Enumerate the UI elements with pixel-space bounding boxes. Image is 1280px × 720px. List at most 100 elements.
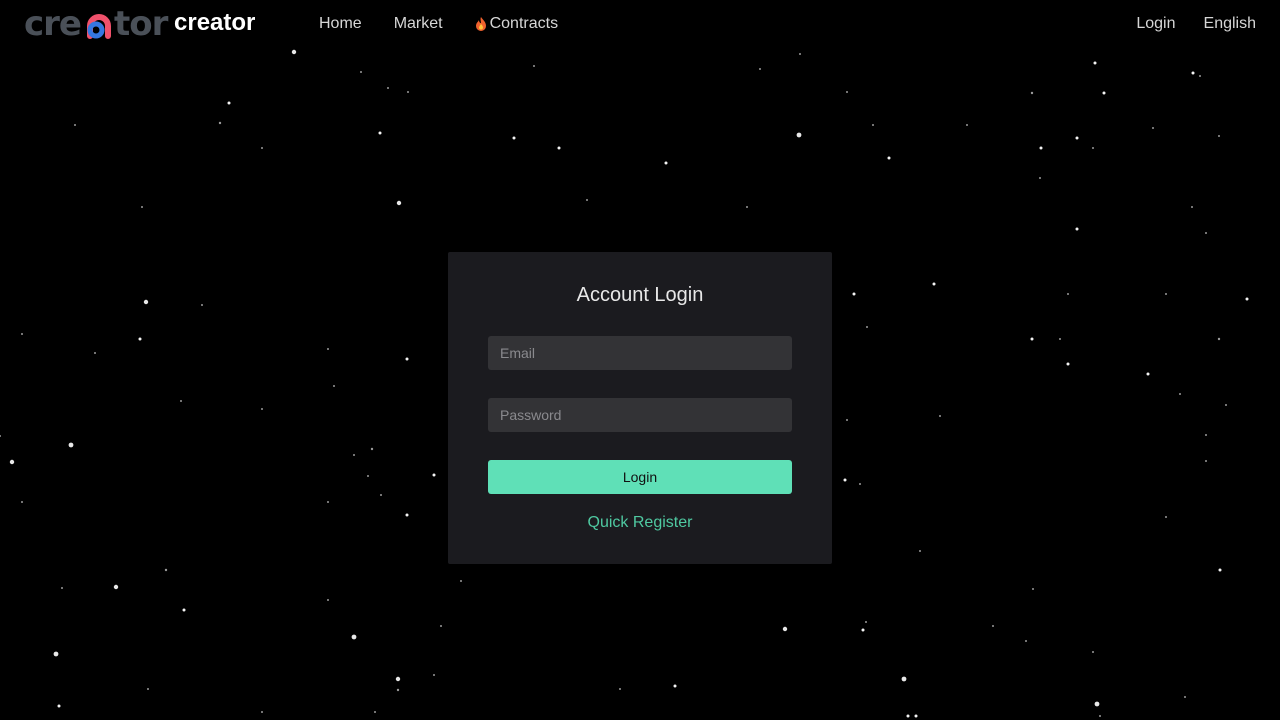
star — [395, 676, 401, 682]
nav-contracts[interactable]: Contracts — [475, 14, 558, 34]
star — [380, 494, 382, 496]
star — [1067, 293, 1069, 295]
star — [227, 101, 231, 105]
star — [291, 49, 297, 55]
star — [327, 501, 329, 503]
star — [333, 385, 335, 387]
star — [360, 71, 362, 73]
star — [1218, 135, 1220, 137]
star — [1032, 588, 1034, 590]
star — [901, 676, 907, 682]
star — [866, 326, 868, 328]
star — [992, 625, 994, 627]
star — [1092, 147, 1094, 149]
star — [843, 478, 847, 482]
star — [1245, 297, 1249, 301]
star — [852, 292, 856, 296]
nav-market-label: Market — [393, 15, 443, 32]
star — [557, 146, 561, 150]
star — [74, 124, 76, 126]
star — [1102, 91, 1106, 95]
star — [1099, 715, 1101, 717]
star — [887, 156, 891, 160]
star — [180, 400, 182, 402]
star — [1039, 177, 1041, 179]
star — [759, 68, 761, 70]
star — [94, 352, 96, 354]
star — [407, 91, 409, 93]
star — [1092, 651, 1094, 653]
login-card: Account Login Login Quick Register — [448, 252, 832, 564]
password-input[interactable] — [488, 398, 792, 432]
star — [9, 459, 15, 465]
star — [1165, 516, 1167, 518]
star — [21, 501, 23, 503]
nav-market[interactable]: Market — [394, 14, 443, 34]
star — [138, 337, 142, 341]
star — [939, 415, 941, 417]
email-input[interactable] — [488, 336, 792, 370]
star — [141, 206, 143, 208]
star — [1039, 146, 1043, 150]
star — [1179, 393, 1181, 395]
star — [1059, 338, 1061, 340]
star — [846, 419, 848, 421]
star — [57, 704, 61, 708]
quick-register-link[interactable]: Quick Register — [448, 514, 832, 532]
login-title: Account Login — [576, 284, 704, 306]
svg-text:cre: cre — [24, 6, 81, 40]
star — [1165, 293, 1167, 295]
star — [906, 714, 910, 718]
star — [872, 124, 874, 126]
star — [919, 550, 921, 552]
star — [1191, 71, 1195, 75]
star — [1066, 362, 1070, 366]
star — [799, 53, 801, 55]
star — [861, 628, 865, 632]
star — [405, 513, 409, 517]
star — [782, 626, 788, 632]
star — [846, 91, 848, 93]
star — [261, 408, 263, 410]
header-login-link[interactable]: Login — [1136, 14, 1175, 34]
svg-text:tor: tor — [114, 6, 169, 40]
main-nav: Home Market Contracts — [319, 14, 590, 34]
star — [113, 584, 119, 590]
star — [746, 206, 748, 208]
nav-home-label: Home — [319, 15, 362, 32]
star — [164, 568, 168, 572]
star — [440, 625, 442, 627]
star — [1205, 434, 1207, 436]
fire-icon — [475, 17, 486, 31]
star — [673, 684, 677, 688]
star — [147, 688, 149, 690]
star — [859, 483, 861, 485]
page: cre tor creator Home Market Contracts Lo… — [0, 0, 1280, 720]
star — [432, 473, 436, 477]
nav-contracts-label: Contracts — [489, 15, 559, 32]
star — [367, 475, 369, 477]
star — [460, 580, 462, 582]
star — [378, 131, 382, 135]
star — [1225, 404, 1227, 406]
star — [351, 634, 357, 640]
star — [374, 711, 376, 713]
star — [914, 714, 918, 718]
star — [1030, 337, 1034, 341]
star — [865, 621, 867, 623]
top-navigation: cre tor creator Home Market Contracts Lo… — [0, 0, 1280, 48]
star — [405, 357, 409, 361]
star — [664, 161, 668, 165]
login-button[interactable]: Login — [488, 460, 792, 494]
brand-logo[interactable]: cre tor creator — [24, 6, 255, 40]
star — [261, 711, 263, 713]
star — [21, 333, 23, 335]
star — [619, 688, 621, 690]
star — [433, 674, 435, 676]
star — [1191, 206, 1193, 208]
language-selector[interactable]: English — [1204, 14, 1256, 34]
star — [1075, 136, 1079, 140]
star — [796, 132, 802, 138]
star — [143, 299, 149, 305]
nav-home[interactable]: Home — [319, 14, 362, 34]
